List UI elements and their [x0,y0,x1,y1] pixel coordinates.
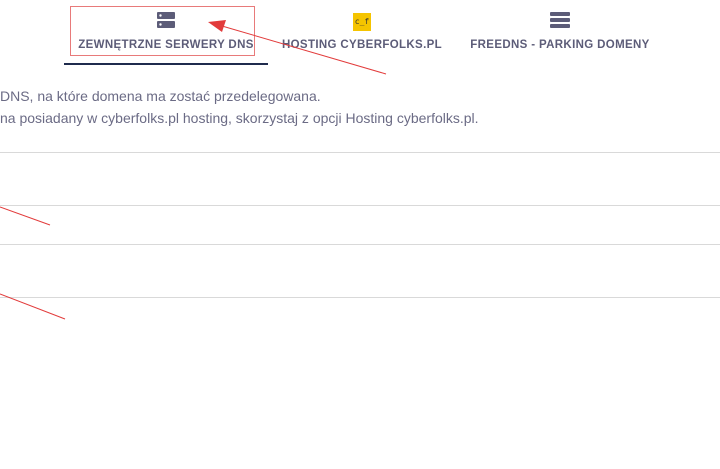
description-line-1: DNS, na które domena ma zostać przedeleg… [0,88,321,104]
tab-external-dns[interactable]: ZEWNĘTRZNE SERWERY DNS [64,0,268,66]
nameserver-field-row-1[interactable] [0,153,720,205]
logo-text: c_f [354,17,370,26]
list-icon [550,11,570,34]
server-icon [157,11,175,34]
tab-label: FREEDNS - PARKING DOMENY [470,39,650,51]
tab-label: ZEWNĘTRZNE SERWERY DNS [78,39,254,51]
cyberfolks-logo-icon: c_f [353,13,371,31]
tab-label: HOSTING CYBERFOLKS.PL [281,39,443,51]
tab-freedns-parking[interactable]: FREEDNS - PARKING DOMENY [462,0,658,66]
nameserver-field-row-2[interactable] [0,206,720,244]
tab-hosting-cyberfolks[interactable]: c_f HOSTING CYBERFOLKS.PL [276,0,448,66]
active-tab-underline [64,63,268,65]
nameserver-field-row-3[interactable] [0,245,720,297]
divider [0,297,720,298]
description-line-2: na posiadany w cyberfolks.pl hosting, sk… [0,110,479,126]
